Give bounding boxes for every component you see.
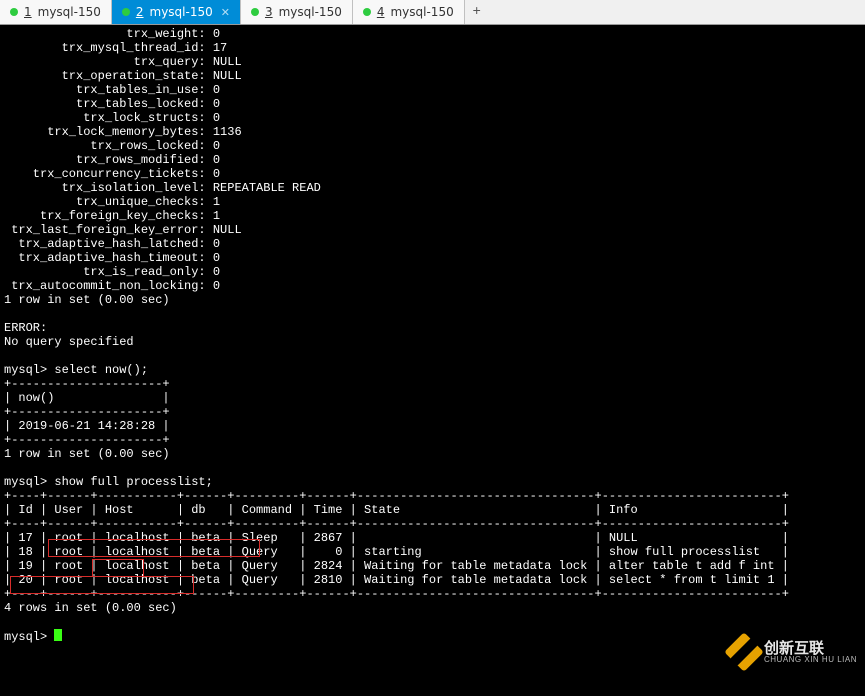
- close-icon[interactable]: ✕: [221, 6, 230, 19]
- tab-label: mysql-150: [279, 5, 342, 19]
- watermark-en: CHUANG XIN HU LIAN: [764, 656, 857, 664]
- tab-number: 4: [377, 5, 385, 19]
- add-tab-button[interactable]: +: [465, 0, 489, 24]
- tab-2[interactable]: 2 mysql-150 ✕: [112, 0, 241, 24]
- watermark-logo-icon: [724, 632, 764, 672]
- tab-bar: 1 mysql-150 2 mysql-150 ✕ 3 mysql-150 4 mysql…: [0, 0, 865, 25]
- tab-4[interactable]: 4 mysql-150: [353, 0, 465, 24]
- tab-label: mysql-150: [38, 5, 101, 19]
- tab-number: 2: [136, 5, 144, 19]
- tab-3[interactable]: 3 mysql-150: [241, 0, 353, 24]
- cursor: [54, 629, 62, 641]
- status-dot-icon: [10, 8, 18, 16]
- status-dot-icon: [122, 8, 130, 16]
- tab-label: mysql-150: [390, 5, 453, 19]
- tab-number: 1: [24, 5, 32, 19]
- tab-label: mysql-150: [150, 5, 213, 19]
- status-dot-icon: [363, 8, 371, 16]
- tab-1[interactable]: 1 mysql-150: [0, 0, 112, 24]
- tab-number: 3: [265, 5, 273, 19]
- watermark-cn: 创新互联: [764, 641, 857, 656]
- watermark: 创新互联 CHUANG XIN HU LIAN: [730, 638, 857, 666]
- status-dot-icon: [251, 8, 259, 16]
- terminal-output[interactable]: trx_weight: 0 trx_mysql_thread_id: 17 tr…: [0, 25, 865, 646]
